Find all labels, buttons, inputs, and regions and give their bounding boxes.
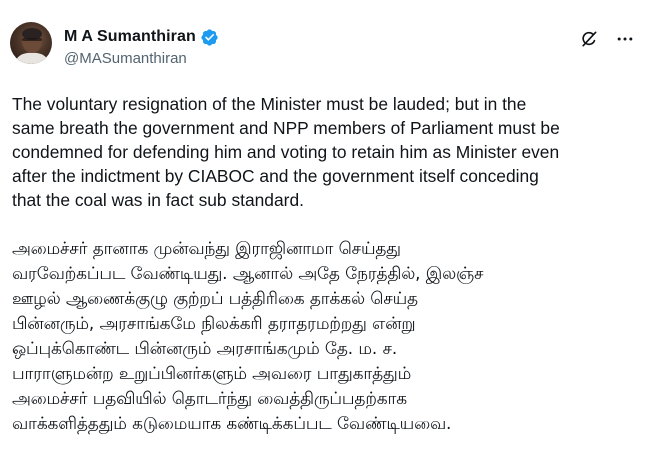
tweet-header: M A Sumanthiran @MASumanthiran — [64, 27, 219, 67]
tweet-paragraph-english: The voluntary resignation of the Ministe… — [12, 94, 560, 210]
tweet-actions — [564, 28, 636, 50]
tweet-paragraph-tamil: அமைச்சர் தானாக முன்வந்து இராஜினாமா செய்த… — [12, 238, 484, 433]
avatar[interactable] — [10, 22, 52, 64]
tweet-text: The voluntary resignation of the Ministe… — [12, 92, 640, 436]
author-display-name[interactable]: M A Sumanthiran — [64, 28, 196, 46]
name-row: M A Sumanthiran — [64, 27, 219, 47]
verified-badge-icon — [200, 28, 219, 47]
tweet-card: M A Sumanthiran @MASumanthiran The volun… — [0, 0, 650, 469]
grok-icon[interactable] — [578, 28, 600, 50]
more-options-icon[interactable] — [614, 28, 636, 50]
author-handle[interactable]: @MASumanthiran — [64, 50, 219, 67]
